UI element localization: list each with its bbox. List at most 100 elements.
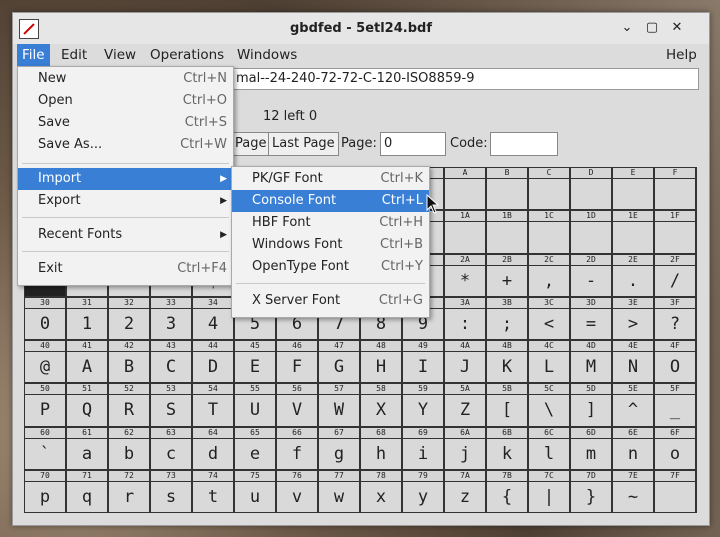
- menu-operations[interactable]: Operations: [145, 44, 229, 66]
- menu-item-pkgf-font[interactable]: PK/GF Font Ctrl+K: [232, 168, 429, 190]
- glyph-cell[interactable]: u: [235, 481, 275, 512]
- glyph-cell[interactable]: <: [529, 308, 569, 339]
- glyph-cell[interactable]: o: [655, 438, 695, 469]
- glyph-cell[interactable]: A: [67, 352, 107, 383]
- glyph-cell[interactable]: r: [109, 481, 149, 512]
- code-input[interactable]: [490, 132, 558, 156]
- glyph-cell[interactable]: +: [487, 265, 527, 296]
- glyph-cell[interactable]: z: [445, 481, 485, 512]
- glyph-cell[interactable]: Q: [67, 395, 107, 426]
- glyph-cell[interactable]: X: [361, 395, 401, 426]
- menu-windows[interactable]: Windows: [232, 44, 302, 66]
- glyph-cell[interactable]: [571, 222, 611, 253]
- glyph-cell[interactable]: ,: [529, 265, 569, 296]
- glyph-cell[interactable]: [571, 179, 611, 210]
- glyph-cell[interactable]: Y: [403, 395, 443, 426]
- glyph-cell[interactable]: s: [151, 481, 191, 512]
- glyph-cell[interactable]: [655, 222, 695, 253]
- glyph-cell[interactable]: l: [529, 438, 569, 469]
- glyph-cell[interactable]: E: [235, 352, 275, 383]
- glyph-cell[interactable]: M: [571, 352, 611, 383]
- glyph-cell[interactable]: N: [613, 352, 653, 383]
- glyph-cell[interactable]: ~: [613, 481, 653, 512]
- glyph-cell[interactable]: K: [487, 352, 527, 383]
- glyph-cell[interactable]: j: [445, 438, 485, 469]
- glyph-cell[interactable]: 4: [193, 308, 233, 339]
- glyph-cell[interactable]: 1: [67, 308, 107, 339]
- glyph-cell[interactable]: P: [25, 395, 65, 426]
- glyph-cell[interactable]: |: [529, 481, 569, 512]
- glyph-cell[interactable]: C: [151, 352, 191, 383]
- page-input[interactable]: 0: [380, 132, 446, 156]
- glyph-cell[interactable]: [487, 222, 527, 253]
- glyph-cell[interactable]: Z: [445, 395, 485, 426]
- menu-item-x-server-font[interactable]: X Server Font Ctrl+G: [232, 290, 429, 312]
- menu-view[interactable]: View: [99, 44, 141, 66]
- glyph-cell[interactable]: H: [361, 352, 401, 383]
- glyph-cell[interactable]: W: [319, 395, 359, 426]
- glyph-cell[interactable]: J: [445, 352, 485, 383]
- glyph-cell[interactable]: p: [25, 481, 65, 512]
- glyph-cell[interactable]: /: [655, 265, 695, 296]
- menu-help[interactable]: Help: [661, 44, 702, 66]
- glyph-cell[interactable]: ?: [655, 308, 695, 339]
- menu-item-hbf-font[interactable]: HBF Font Ctrl+H: [232, 212, 429, 234]
- glyph-cell[interactable]: ^: [613, 395, 653, 426]
- glyph-cell[interactable]: }: [571, 481, 611, 512]
- glyph-cell[interactable]: c: [151, 438, 191, 469]
- glyph-cell[interactable]: D: [193, 352, 233, 383]
- menu-item-exit[interactable]: Exit Ctrl+F4: [18, 258, 233, 280]
- menu-item-open[interactable]: Open Ctrl+O: [18, 90, 233, 112]
- glyph-cell[interactable]: v: [277, 481, 317, 512]
- menu-item-import[interactable]: Import ▶: [18, 168, 233, 190]
- glyph-cell[interactable]: y: [403, 481, 443, 512]
- menu-item-console-font[interactable]: Console Font Ctrl+L: [232, 190, 429, 212]
- glyph-cell[interactable]: a: [67, 438, 107, 469]
- glyph-cell[interactable]: F: [277, 352, 317, 383]
- glyph-cell[interactable]: \: [529, 395, 569, 426]
- menu-file[interactable]: File: [17, 44, 50, 66]
- glyph-cell[interactable]: w: [319, 481, 359, 512]
- menu-edit[interactable]: Edit: [56, 44, 92, 66]
- glyph-cell[interactable]: g: [319, 438, 359, 469]
- menu-item-opentype-font[interactable]: OpenType Font Ctrl+Y: [232, 256, 429, 278]
- glyph-cell[interactable]: 2: [109, 308, 149, 339]
- glyph-cell[interactable]: [655, 179, 695, 210]
- glyph-cell[interactable]: :: [445, 308, 485, 339]
- glyph-cell[interactable]: B: [109, 352, 149, 383]
- menu-item-recent-fonts[interactable]: Recent Fonts ▶: [18, 224, 233, 246]
- glyph-cell[interactable]: [529, 179, 569, 210]
- glyph-cell[interactable]: [: [487, 395, 527, 426]
- menu-item-new[interactable]: New Ctrl+N: [18, 68, 233, 90]
- glyph-cell[interactable]: [445, 222, 485, 253]
- glyph-cell[interactable]: 0: [25, 308, 65, 339]
- glyph-cell[interactable]: >: [613, 308, 653, 339]
- glyph-cell[interactable]: e: [235, 438, 275, 469]
- glyph-cell[interactable]: n: [613, 438, 653, 469]
- glyph-cell[interactable]: [613, 222, 653, 253]
- glyph-cell[interactable]: i: [403, 438, 443, 469]
- glyph-cell[interactable]: U: [235, 395, 275, 426]
- page-button[interactable]: Page: [231, 132, 271, 156]
- glyph-cell[interactable]: q: [67, 481, 107, 512]
- glyph-cell[interactable]: ;: [487, 308, 527, 339]
- menu-item-windows-font[interactable]: Windows Font Ctrl+B: [232, 234, 429, 256]
- glyph-cell[interactable]: h: [361, 438, 401, 469]
- glyph-cell[interactable]: V: [277, 395, 317, 426]
- glyph-cell[interactable]: [655, 481, 695, 512]
- glyph-cell[interactable]: S: [151, 395, 191, 426]
- glyph-cell[interactable]: f: [277, 438, 317, 469]
- glyph-cell[interactable]: d: [193, 438, 233, 469]
- glyph-cell[interactable]: 3: [151, 308, 191, 339]
- glyph-cell[interactable]: -: [571, 265, 611, 296]
- glyph-cell[interactable]: [613, 179, 653, 210]
- close-icon[interactable]: ✕: [669, 20, 685, 36]
- glyph-cell[interactable]: m: [571, 438, 611, 469]
- glyph-cell[interactable]: G: [319, 352, 359, 383]
- glyph-cell[interactable]: b: [109, 438, 149, 469]
- glyph-cell[interactable]: L: [529, 352, 569, 383]
- glyph-cell[interactable]: =: [571, 308, 611, 339]
- glyph-cell[interactable]: O: [655, 352, 695, 383]
- glyph-cell[interactable]: @: [25, 352, 65, 383]
- title-bar[interactable]: gbdfed - 5etl24.bdf ⌄ ▢ ✕: [13, 13, 709, 45]
